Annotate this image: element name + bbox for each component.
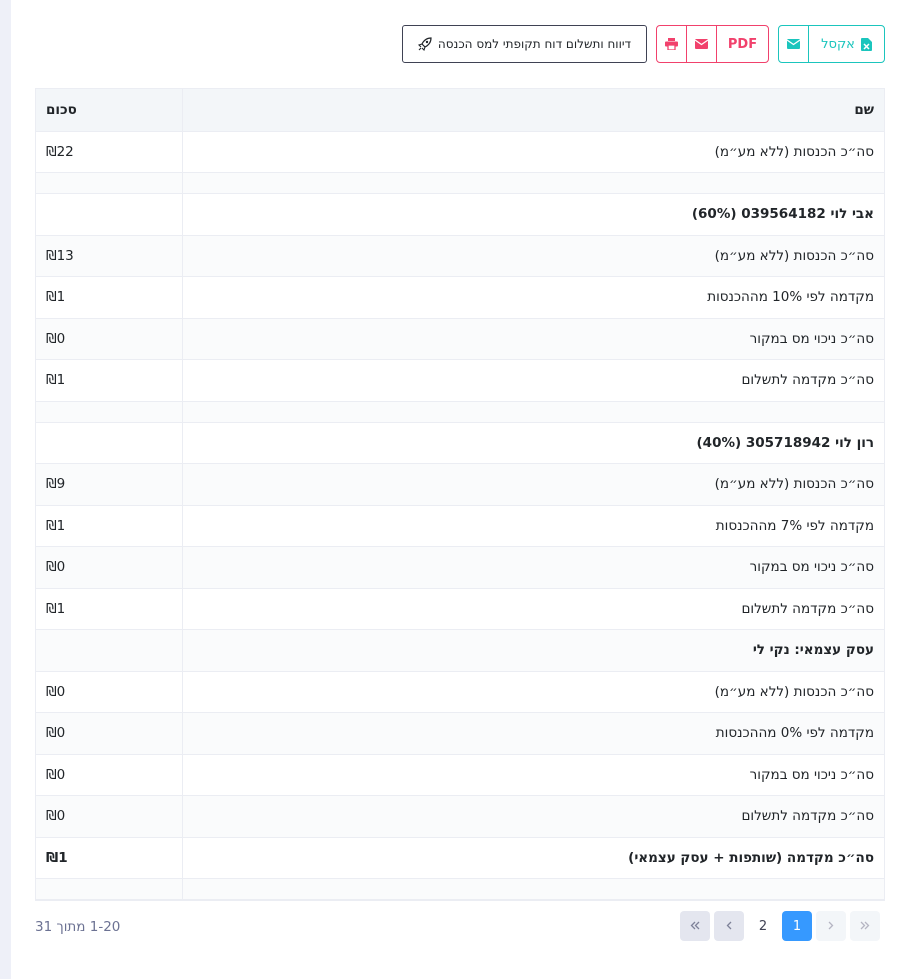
last-page-button[interactable] (680, 911, 710, 941)
table-section-row: סה״כ מקדמה (שותפות + עסק עצמאי) ₪1 (36, 837, 884, 879)
table-row: סה״כ מקדמה לתשלום ₪1 (36, 588, 884, 630)
row-name-cell: עסק עצמאי: נקי לי (182, 629, 884, 672)
next-page-button[interactable] (714, 911, 744, 941)
table-row: סה״כ מקדמה לתשלום ₪0 (36, 795, 884, 838)
page-button-1[interactable]: 1 (782, 911, 812, 941)
row-amount-cell: ₪9 (36, 463, 183, 506)
table-row: מקדמה לפי 10% מההכנסות ₪1 (36, 276, 884, 319)
table-row: מקדמה לפי 0% מההכנסות ₪0 (36, 712, 884, 755)
row-amount-cell (36, 172, 183, 194)
export-pdf-button[interactable]: PDF (716, 25, 769, 63)
first-page-button[interactable] (850, 911, 880, 941)
table-spacer-row (36, 172, 884, 194)
row-amount-cell: ₪0 (36, 795, 183, 838)
row-amount-cell (36, 629, 183, 672)
table-row: סה״כ מקדמה לתשלום ₪1 (36, 359, 884, 402)
pdf-label: PDF (727, 36, 758, 52)
row-amount-cell: ₪1 (36, 359, 183, 402)
printer-icon (665, 38, 678, 50)
envelope-icon (787, 39, 800, 49)
table-section-row: אבי לוי 039564182 (60%) (36, 193, 884, 236)
row-amount-cell: ₪0 (36, 671, 183, 713)
row-name-cell (182, 878, 884, 900)
row-amount-cell (36, 422, 183, 464)
row-name-cell: רון לוי 305718942 (40%) (182, 422, 884, 464)
periodic-report-label: דיווח ותשלום דוח תקופתי למס הכנסה (437, 37, 632, 51)
row-amount-cell: ₪1 (36, 588, 183, 630)
periodic-report-button[interactable]: דיווח ותשלום דוח תקופתי למס הכנסה (402, 25, 647, 63)
row-name-cell: מקדמה לפי 7% מההכנסות (182, 505, 884, 547)
chevron-left-icon (726, 919, 732, 934)
column-header-name: שם (182, 89, 884, 132)
table-row: סה״כ ניכוי מס במקור ₪0 (36, 546, 884, 589)
row-amount-cell (36, 878, 183, 900)
row-amount-cell: ₪1 (36, 505, 183, 547)
print-button[interactable] (656, 25, 687, 63)
row-name-cell: מקדמה לפי 10% מההכנסות (182, 276, 884, 319)
report-card: אקסל PDF דיווח ותשלום דוח תקופתי למס הכנ… (11, 0, 900, 979)
table-spacer-row (36, 878, 884, 900)
row-name-cell: סה״כ הכנסות (ללא מע״מ) (182, 463, 884, 506)
rocket-icon (417, 37, 432, 51)
envelope-icon (695, 39, 708, 49)
excel-button-group: אקסל (778, 25, 885, 63)
email-pdf-button[interactable] (686, 25, 717, 63)
table-row: סה״כ הכנסות (ללא מע״מ) ₪0 (36, 671, 884, 713)
table-row: סה״כ ניכוי מס במקור ₪0 (36, 318, 884, 360)
row-name-cell: סה״כ ניכוי מס במקור (182, 754, 884, 796)
table-row: מקדמה לפי 7% מההכנסות ₪1 (36, 505, 884, 547)
pagination-range-text: 1-20 מתוך 31 (35, 919, 121, 935)
row-name-cell (182, 172, 884, 194)
double-chevron-left-icon (690, 919, 700, 934)
email-excel-button[interactable] (778, 25, 809, 63)
toolbar: אקסל PDF דיווח ותשלום דוח תקופתי למס הכנ… (402, 25, 885, 63)
table-row: סה״כ ניכוי מס במקור ₪0 (36, 754, 884, 796)
column-header-amount: סכום (36, 89, 183, 132)
chevron-right-icon (828, 919, 834, 934)
row-name-cell (182, 401, 884, 423)
row-amount-cell: ₪1 (36, 276, 183, 319)
row-amount-cell: ₪22 (36, 131, 183, 173)
double-chevron-right-icon (860, 919, 870, 934)
export-excel-button[interactable]: אקסל (808, 25, 885, 63)
table-row: סה״כ הכנסות (ללא מע״מ) ₪13 (36, 235, 884, 277)
row-name-cell: סה״כ מקדמה לתשלום (182, 359, 884, 402)
prev-page-button[interactable] (816, 911, 846, 941)
row-amount-cell: ₪13 (36, 235, 183, 277)
row-amount-cell: ₪0 (36, 712, 183, 755)
row-name-cell: סה״כ מקדמה לתשלום (182, 795, 884, 838)
table-section-row: רון לוי 305718942 (40%) (36, 422, 884, 464)
row-amount-cell (36, 193, 183, 236)
table-section-row: עסק עצמאי: נקי לי (36, 629, 884, 672)
row-name-cell: סה״כ ניכוי מס במקור (182, 546, 884, 589)
table-row: סה״כ הכנסות (ללא מע״מ) ₪22 (36, 131, 884, 173)
table-header-row: שם סכום (36, 89, 884, 132)
row-amount-cell: ₪0 (36, 546, 183, 589)
row-name-cell: סה״כ הכנסות (ללא מע״מ) (182, 671, 884, 713)
row-amount-cell (36, 401, 183, 423)
row-name-cell: סה״כ ניכוי מס במקור (182, 318, 884, 360)
row-name-cell: סה״כ הכנסות (ללא מע״מ) (182, 235, 884, 277)
row-name-cell: מקדמה לפי 0% מההכנסות (182, 712, 884, 755)
report-table: שם סכום סה״כ הכנסות (ללא מע״מ) ₪22 אבי לוי… (35, 88, 885, 901)
pdf-button-group: PDF (656, 25, 769, 63)
row-name-cell: סה״כ מקדמה (שותפות + עסק עצמאי) (182, 837, 884, 879)
row-name-cell: אבי לוי 039564182 (60%) (182, 193, 884, 236)
excel-label: אקסל (821, 36, 855, 52)
row-amount-cell: ₪1 (36, 837, 183, 879)
file-excel-icon (860, 37, 872, 51)
table-spacer-row (36, 401, 884, 423)
row-amount-cell: ₪0 (36, 754, 183, 796)
row-name-cell: סה״כ מקדמה לתשלום (182, 588, 884, 630)
pagination: 1 2 (680, 911, 880, 941)
row-amount-cell: ₪0 (36, 318, 183, 360)
table-row: סה״כ הכנסות (ללא מע״מ) ₪9 (36, 463, 884, 506)
row-name-cell: סה״כ הכנסות (ללא מע״מ) (182, 131, 884, 173)
page-button-2[interactable]: 2 (748, 911, 778, 941)
